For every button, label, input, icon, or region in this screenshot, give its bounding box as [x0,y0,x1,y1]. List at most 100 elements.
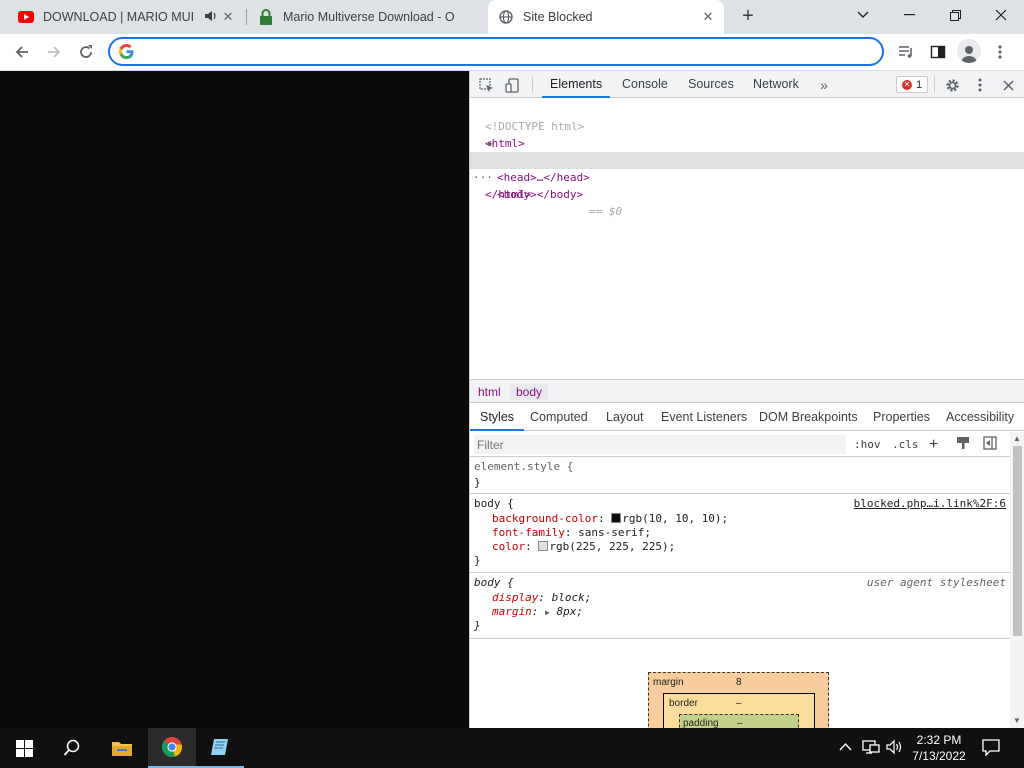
tab-console[interactable]: Console [622,71,668,98]
tab-styles[interactable]: Styles [470,403,525,431]
side-panel-icon[interactable] [924,38,952,66]
rule-body-author[interactable]: body { blocked.php…i.link%2F:6 backgroun… [470,495,1010,573]
restore-button[interactable] [932,0,978,30]
rule-element-style[interactable]: element.style { } [470,458,1010,494]
tab-sources[interactable]: Sources [688,71,734,98]
color-swatch[interactable] [611,513,622,523]
tab-elements[interactable]: Elements [542,71,611,98]
box-model-padding-value[interactable]: – [737,718,743,728]
rule-source-label: user agent stylesheet [866,576,1006,589]
dom-node-html-close[interactable]: </html> [470,169,1024,201]
system-clock[interactable]: 2:32 PM 7/13/2022 [900,732,978,764]
breadcrumb-html[interactable]: html [472,384,507,400]
tab-event-listeners[interactable]: Event Listeners [661,403,747,431]
breadcrumb-body[interactable]: body [510,384,549,400]
tab-layout[interactable]: Layout [606,403,644,431]
tab-dom-breakpoints[interactable]: DOM Breakpoints [759,403,858,431]
browser-tab-mario[interactable]: Mario Multiverse Download - Offi [248,0,484,34]
error-count-badge[interactable]: ✕ 1 [896,76,929,93]
prop-display[interactable]: display: block; [492,591,591,605]
dom-node-body-selected[interactable]: ··· <body></body> == $0 [470,152,1024,218]
start-button[interactable] [0,728,48,768]
tab-computed[interactable]: Computed [530,403,588,431]
scroll-up-icon[interactable]: ▲ [1013,434,1021,443]
browser-tab-youtube[interactable]: DOWNLOAD | MARIO MULTI ✕ [8,0,244,34]
close-tab-icon[interactable] [460,9,476,25]
color-swatch[interactable] [538,541,549,551]
dom-node-head[interactable]: ▶ <head>…</head> [470,135,1024,184]
browser-tab-site-blocked[interactable]: Site Blocked ✕ [488,0,724,34]
box-model-border-value[interactable]: – [736,698,742,709]
close-window-button[interactable] [978,0,1024,30]
search-icon[interactable] [48,728,96,768]
devtools-panel: Elements Console Sources Network » ✕ 1 <… [469,71,1024,728]
dom-tree: <!DOCTYPE html> <html> ▶ <head>…</head> … [470,99,1024,379]
back-button[interactable] [8,38,36,66]
url-input[interactable] [142,42,862,61]
clock-date: 7/13/2022 [912,749,966,763]
settings-gear-icon[interactable] [942,75,962,95]
tab-search-icon[interactable] [840,0,886,30]
youtube-icon [18,9,34,25]
prop-color[interactable]: color: rgb(225, 225, 225); [492,540,675,554]
close-tab-icon[interactable]: ✕ [220,9,236,25]
hov-toggle[interactable]: :hov [854,436,881,453]
customize-menu-icon[interactable] [970,75,990,95]
reload-button[interactable] [72,38,100,66]
notepad-app-icon[interactable] [196,728,244,768]
scrollbar-thumb[interactable] [1013,446,1022,636]
tab-accessibility[interactable]: Accessibility [946,403,1014,431]
notification-center-icon[interactable] [982,739,1000,759]
file-explorer-icon[interactable] [98,728,146,768]
rule-body-user-agent[interactable]: body { user agent stylesheet display: bl… [470,574,1010,639]
box-model-border-label: border [669,698,698,709]
address-bar[interactable] [108,37,884,66]
tab-network[interactable]: Network [753,71,799,98]
expand-triangle-icon[interactable]: ▶ [545,608,550,617]
chrome-icon[interactable] [148,728,196,768]
new-tab-button[interactable]: + [736,5,760,29]
box-model-margin-value[interactable]: 8 [736,677,742,688]
box-model-margin-label: margin [653,677,684,688]
rule-selector: body { [474,576,514,589]
browser-toolbar [0,34,1024,71]
speaker-icon[interactable] [204,9,220,25]
new-style-rule-icon[interactable]: + [929,436,938,453]
tab-properties[interactable]: Properties [873,403,930,431]
more-tabs-icon[interactable]: » [814,75,834,95]
show-hidden-icons-icon[interactable] [839,739,852,754]
prop-font-family[interactable]: font-family: sans-serif; [492,526,651,540]
cls-toggle[interactable]: .cls [892,436,919,453]
profile-avatar-icon[interactable] [957,39,981,63]
prop-background-color[interactable]: background-color: rgb(10, 10, 10); [492,512,728,526]
box-model-padding-label: padding [683,718,719,728]
styles-subtabs: Styles Computed Layout Event Listeners D… [470,403,1024,431]
reading-list-icon[interactable] [892,38,920,66]
dom-node-html[interactable]: <html> [470,118,1024,150]
devtools-toolbar: Elements Console Sources Network » ✕ 1 [470,71,1024,98]
styles-filter-input[interactable] [474,435,846,454]
minimize-button[interactable] [886,0,932,30]
clock-time: 2:32 PM [916,733,962,747]
tab-separator [246,9,247,25]
inspect-element-icon[interactable] [476,75,496,95]
dom-node-doctype[interactable]: <!DOCTYPE html> [470,101,1024,133]
scroll-down-icon[interactable]: ▼ [1013,716,1021,725]
rule-close: } [474,476,481,489]
expand-triangle-icon[interactable]: ▶ [488,135,493,152]
close-devtools-icon[interactable] [998,75,1018,95]
menu-icon[interactable] [986,38,1014,66]
rule-source-link[interactable]: blocked.php…i.link%2F:6 [854,497,1006,511]
forward-button[interactable] [40,38,68,66]
tab-title: Site Blocked [523,10,593,24]
google-icon [119,44,134,59]
styles-filter-bar: :hov .cls + [470,432,1010,457]
close-tab-icon[interactable]: ✕ [700,9,716,25]
paint-brush-icon[interactable] [956,436,970,453]
styles-scrollbar[interactable]: ▲ ▼ [1010,432,1024,728]
prop-margin[interactable]: margin: ▶ 8px; [492,605,583,619]
toggle-sidebar-icon[interactable] [983,436,997,453]
network-icon[interactable] [862,739,880,758]
console-ref: == $0 [589,205,623,218]
device-toolbar-icon[interactable] [502,75,522,95]
